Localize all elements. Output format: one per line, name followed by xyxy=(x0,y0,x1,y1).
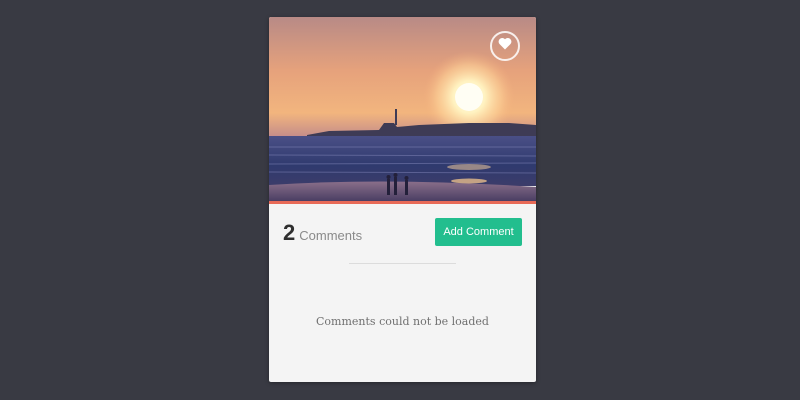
add-comment-button[interactable]: Add Comment xyxy=(435,218,522,246)
heart-icon xyxy=(498,37,512,55)
comment-card: 2 Comments Add Comment Comments could no… xyxy=(269,17,536,382)
favorite-button[interactable] xyxy=(490,31,520,61)
comment-count-number: 2 xyxy=(283,220,296,245)
comment-count: 2 Comments xyxy=(283,220,362,246)
photo-accent-line xyxy=(269,201,536,204)
comments-status-message: Comments could not be loaded xyxy=(316,315,489,328)
comment-count-label: Comments xyxy=(299,228,363,243)
divider xyxy=(349,263,456,264)
